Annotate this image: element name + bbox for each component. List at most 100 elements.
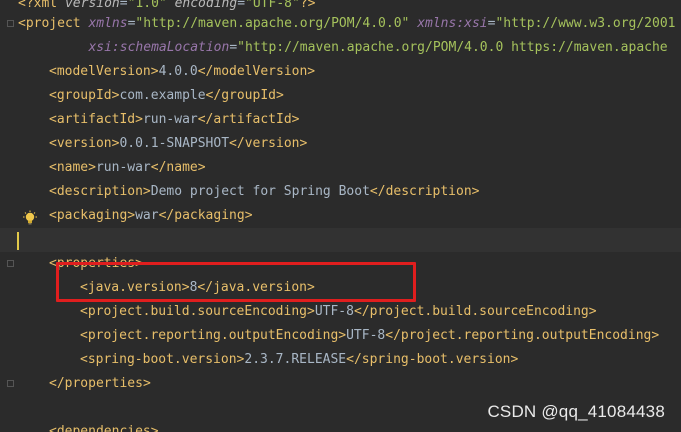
code-token-text: = bbox=[237, 0, 246, 11]
code-token-tag: project.build.sourceEncoding bbox=[87, 304, 307, 319]
code-line[interactable]: xsi:schemaLocation="http://maven.apache.… bbox=[0, 36, 681, 60]
code-token-bracket: > bbox=[135, 112, 143, 127]
annotation-highlight-box bbox=[56, 262, 416, 302]
code-token-bracket: < bbox=[49, 208, 57, 223]
code-token-text: UTF-8 bbox=[346, 328, 386, 343]
code-token-tag: packaging bbox=[174, 208, 245, 223]
code-token-bracket: < bbox=[18, 16, 26, 31]
code-token-val: "UTF-8" bbox=[245, 0, 300, 11]
code-token-bracket: </ bbox=[158, 208, 175, 223]
code-token-text: Demo project for Spring Boot bbox=[150, 184, 370, 199]
code-token-attr-ns: xsi:schemaLocation bbox=[88, 40, 230, 55]
fold-marker-icon[interactable] bbox=[7, 260, 14, 267]
code-token-tag: groupId bbox=[56, 88, 112, 103]
code-line[interactable]: <groupId>com.example</groupId> bbox=[0, 84, 681, 108]
code-token-tag: name bbox=[56, 160, 89, 175]
code-token-bracket: </ bbox=[197, 112, 214, 127]
code-token-tag: spring-boot.version bbox=[87, 352, 237, 367]
code-line[interactable]: <name>run-war</name> bbox=[0, 156, 681, 180]
code-token-bracket: </ bbox=[346, 352, 362, 367]
code-token-bracket: > bbox=[471, 184, 480, 199]
code-token-pi: <?xml bbox=[18, 0, 65, 11]
code-token-bracket: </ bbox=[385, 328, 401, 343]
code-token-bracket: < bbox=[80, 352, 88, 367]
code-line-current[interactable] bbox=[0, 228, 681, 252]
code-token-tag: project.reporting.outputEncoding bbox=[87, 328, 339, 343]
code-token-text: 2.3.7.RELEASE bbox=[244, 352, 347, 367]
code-token-tag: spring-boot.version bbox=[361, 352, 511, 367]
code-token-tag: version bbox=[56, 136, 112, 151]
code-line[interactable]: <version>0.0.1-SNAPSHOT</version> bbox=[0, 132, 681, 156]
code-token-tag: project.build.sourceEncoding bbox=[369, 304, 589, 319]
code-line[interactable]: <modelVersion>4.0.0</modelVersion> bbox=[0, 60, 681, 84]
code-line[interactable]: <project.reporting.outputEncoding>UTF-8<… bbox=[0, 324, 681, 348]
code-token-tag: project bbox=[25, 16, 89, 31]
code-token-bracket: > bbox=[291, 112, 300, 127]
code-token-text: run-war bbox=[142, 112, 198, 127]
code-line[interactable]: </properties> bbox=[0, 372, 681, 396]
code-token-text: UTF-8 bbox=[314, 304, 354, 319]
code-token-pi-attr: version bbox=[64, 0, 120, 11]
code-token-tag: description bbox=[385, 184, 472, 199]
code-line[interactable]: <description>Demo project for Spring Boo… bbox=[0, 180, 681, 204]
watermark: CSDN @qq_41084438 bbox=[487, 402, 665, 421]
code-line[interactable]: <artifactId>run-war</artifactId> bbox=[0, 108, 681, 132]
fold-marker-icon[interactable] bbox=[7, 20, 14, 27]
text-caret bbox=[17, 232, 19, 250]
code-token-bracket: > bbox=[127, 208, 136, 223]
code-token-bracket: > bbox=[651, 328, 660, 343]
code-token-bracket: </ bbox=[353, 304, 370, 319]
code-token-bracket: < bbox=[49, 88, 57, 103]
code-token-tag: properties bbox=[64, 376, 143, 391]
code-token-text: 4.0.0 bbox=[158, 64, 198, 79]
lightbulb-icon[interactable] bbox=[22, 210, 38, 226]
code-token-bracket: < bbox=[80, 304, 88, 319]
code-token-tag: dependencies bbox=[56, 424, 151, 432]
code-token-tag: artifactId bbox=[213, 112, 292, 127]
code-token-tag: artifactId bbox=[56, 112, 136, 127]
code-token-bracket: </ bbox=[197, 64, 214, 79]
code-line[interactable]: <packaging>war</packaging> bbox=[0, 204, 681, 228]
code-token-bracket: > bbox=[142, 184, 151, 199]
code-token-bracket: > bbox=[510, 352, 519, 367]
code-token-val: "1.0" bbox=[127, 0, 175, 11]
code-token-bracket: > bbox=[276, 88, 284, 103]
code-token-bracket: > bbox=[142, 376, 151, 391]
fold-marker-icon[interactable] bbox=[7, 380, 14, 387]
code-token-bracket: > bbox=[197, 160, 206, 175]
code-token-tag: modelVersion bbox=[213, 64, 308, 79]
code-token-tag: version bbox=[244, 136, 300, 151]
code-token-bracket: < bbox=[49, 160, 57, 175]
code-token-val: "http://www.w3.org/2001 bbox=[495, 16, 676, 31]
code-token-tag: modelVersion bbox=[56, 64, 151, 79]
code-line[interactable]: <project xmlns="http://maven.apache.org/… bbox=[0, 12, 681, 36]
code-token-bracket: </ bbox=[205, 88, 222, 103]
code-token-bracket: > bbox=[588, 304, 597, 319]
code-token-bracket: > bbox=[88, 160, 96, 175]
code-token-bracket: > bbox=[299, 136, 308, 151]
code-token-tag: description bbox=[56, 184, 143, 199]
code-token-val: "http://maven.apache.org/POM/4.0.0" bbox=[135, 16, 418, 31]
code-token-bracket: < bbox=[49, 64, 57, 79]
code-token-bracket: > bbox=[306, 304, 315, 319]
code-token-text: 0.0.1-SNAPSHOT bbox=[119, 136, 230, 151]
code-token-text: war bbox=[135, 208, 159, 223]
code-token-text: = bbox=[119, 0, 128, 11]
code-token-bracket: </ bbox=[369, 184, 386, 199]
code-token-text: com.example bbox=[119, 88, 206, 103]
code-token-pi: ?> bbox=[299, 0, 316, 11]
code-token-bracket: > bbox=[150, 424, 159, 432]
code-token-bracket: > bbox=[244, 208, 253, 223]
code-editor[interactable]: <?xml version="1.0" encoding="UTF-8"?> <… bbox=[0, 0, 681, 432]
code-token-attr-ns: xmlns:xsi bbox=[417, 16, 488, 31]
code-token-bracket: < bbox=[49, 184, 57, 199]
code-token-bracket: </ bbox=[150, 160, 167, 175]
code-line[interactable]: <spring-boot.version>2.3.7.RELEASE</spri… bbox=[0, 348, 681, 372]
code-token-bracket: < bbox=[49, 424, 57, 432]
code-token-text: = bbox=[229, 40, 238, 55]
code-line[interactable]: <project.build.sourceEncoding>UTF-8</pro… bbox=[0, 300, 681, 324]
code-token-bracket: > bbox=[307, 64, 316, 79]
code-token-bracket: < bbox=[49, 112, 57, 127]
code-token-tag: groupId bbox=[221, 88, 276, 103]
